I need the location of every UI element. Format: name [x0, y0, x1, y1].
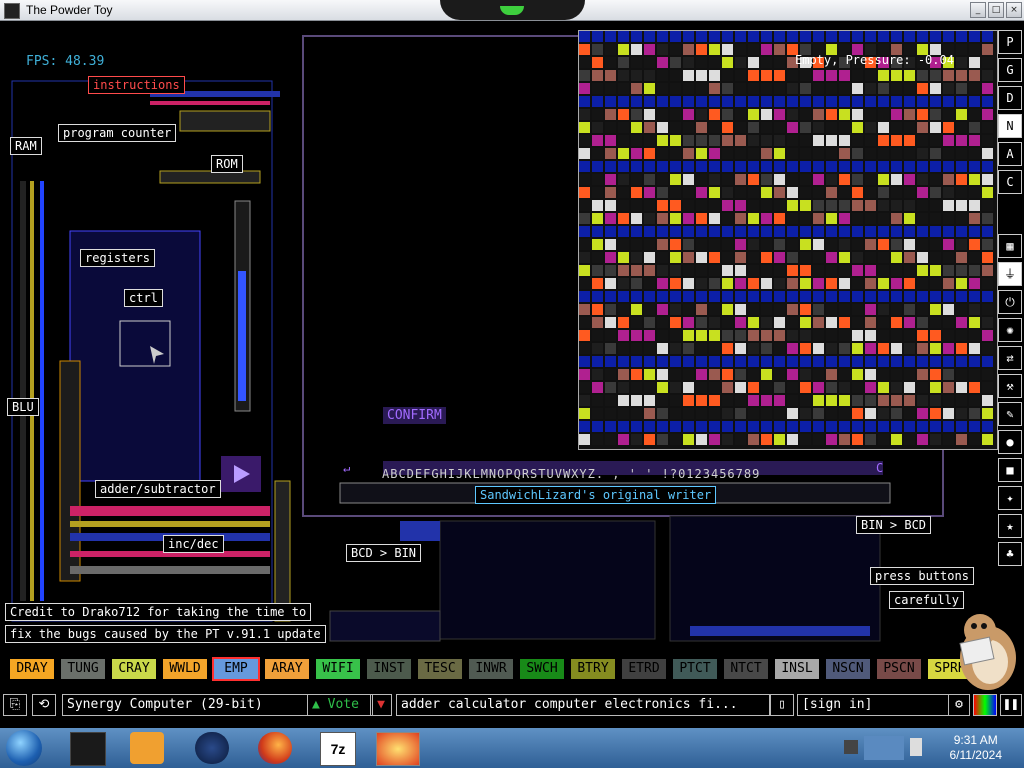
element-pscn[interactable]: PSCN	[877, 659, 921, 679]
element-inwr[interactable]: INWR	[469, 659, 513, 679]
zoom-window	[578, 30, 998, 450]
plug-icon[interactable]: ⏚	[998, 262, 1022, 286]
pressure-readout: Empty, Pressure: -0.04	[795, 53, 954, 67]
wall-icon[interactable]: ■	[998, 458, 1022, 482]
hammer-icon[interactable]: ⚒	[998, 374, 1022, 398]
vote-label: Vote	[327, 697, 359, 712]
clear-key[interactable]: C	[876, 461, 883, 475]
label-adder-subtractor: adder/subtractor	[95, 480, 221, 498]
menu-c-button[interactable]: C	[998, 170, 1022, 194]
powder-toy-logo	[440, 0, 585, 20]
element-ptct[interactable]: PTCT	[673, 659, 717, 679]
element-dray[interactable]: DRAY	[10, 659, 54, 679]
tags-field[interactable]: adder calculator computer electronics fi…	[396, 694, 770, 716]
sign-in-button[interactable]: [sign in]	[797, 694, 949, 716]
element-cray[interactable]: CRAY	[112, 659, 156, 679]
vote-up-button[interactable]: ▲ Vote	[307, 694, 373, 716]
label-ctrl: ctrl	[124, 289, 163, 307]
element-nscn[interactable]: NSCN	[826, 659, 870, 679]
label-ram: RAM	[10, 137, 42, 155]
alphabet-keys[interactable]: ABCDEFGHIJKLMNOPQRSTUVWXYZ. , ' ' !?0123…	[382, 467, 760, 481]
right-toolbar: P G D N A C ▦ ⏚ ⏻ ✺ ⇄ ⚒ ✎ ● ■ ✦ ★ ♣	[998, 30, 1022, 570]
close-button[interactable]: ×	[1006, 2, 1022, 18]
confirm-button[interactable]: CONFIRM	[383, 407, 446, 424]
element-tung[interactable]: TUNG	[61, 659, 105, 679]
powder-toy-icon[interactable]	[376, 732, 420, 766]
clock[interactable]: 9:31 AM 6/11/2024	[950, 733, 1003, 763]
menu-n-button[interactable]: N	[998, 114, 1022, 138]
zoom-pixel-grid	[579, 31, 993, 445]
label-inc-dec: inc/dec	[163, 535, 224, 553]
label-instructions: instructions	[88, 76, 185, 94]
element-tesc[interactable]: TESC	[418, 659, 462, 679]
credit-line-1: Credit to Drako712 for taking the time t…	[5, 603, 312, 621]
enter-key[interactable]: ↵	[343, 461, 350, 475]
network-icon[interactable]	[864, 736, 904, 760]
tags-text: adder calculator computer electronics fi…	[401, 697, 738, 712]
media-icon[interactable]	[70, 732, 106, 766]
credit-line-2: fix the bugs caused by the PT v.91.1 upd…	[5, 625, 326, 643]
player-icon[interactable]	[130, 732, 164, 764]
element-inst[interactable]: INST	[367, 659, 411, 679]
firefox-icon[interactable]	[258, 732, 292, 764]
window-titlebar: The Powder Toy _ □ ×	[0, 0, 1024, 21]
element-aray[interactable]: ARAY	[265, 659, 309, 679]
menu-a-button[interactable]: A	[998, 142, 1022, 166]
arrows-icon[interactable]: ⇄	[998, 346, 1022, 370]
element-swch[interactable]: SWCH	[520, 659, 564, 679]
label-registers: registers	[80, 249, 156, 267]
label-program-counter: program counter	[58, 124, 177, 142]
tree-icon[interactable]: ♣	[998, 542, 1022, 566]
label-press-buttons: press buttons	[870, 567, 974, 585]
clock-date: 6/11/2024	[949, 748, 1003, 762]
minimize-button[interactable]: _	[970, 2, 986, 18]
grid-icon[interactable]: ▦	[998, 234, 1022, 258]
save-name-text: Synergy Computer (29-bit)	[67, 697, 263, 712]
open-save-icon[interactable]: ⎘	[3, 694, 27, 716]
hamster-mascot	[959, 614, 1016, 690]
start-button[interactable]	[6, 730, 42, 766]
element-emp[interactable]: EMP	[212, 657, 260, 681]
explosive-icon[interactable]: ✺	[998, 318, 1022, 342]
menu-g-button[interactable]: G	[998, 58, 1022, 82]
element-etrd[interactable]: ETRD	[622, 659, 666, 679]
render-mode-icon[interactable]	[973, 694, 997, 716]
drop-icon[interactable]: ●	[998, 430, 1022, 454]
label-blu: BLU	[7, 398, 39, 416]
reload-icon[interactable]: ⟲	[32, 694, 56, 716]
element-insl[interactable]: INSL	[775, 659, 819, 679]
special-icon[interactable]: ✦	[998, 486, 1022, 510]
label-bin-bcd: BIN > BCD	[856, 516, 932, 534]
browser-icon[interactable]	[195, 732, 229, 764]
window-title: The Powder Toy	[26, 3, 113, 17]
label-bcd-bin: BCD > BIN	[346, 544, 422, 562]
element-wifi[interactable]: WIFI	[316, 659, 360, 679]
settings-icon[interactable]: ⚙	[948, 694, 970, 716]
label-original-writer: SandwichLizard's original writer	[475, 486, 717, 504]
menu-d-button[interactable]: D	[998, 86, 1022, 110]
element-wwld[interactable]: WWLD	[163, 659, 207, 679]
play-button[interactable]	[221, 456, 261, 492]
vote-down-button[interactable]: ▼	[370, 694, 392, 716]
tray-arrow-icon[interactable]	[844, 740, 858, 754]
pen-icon[interactable]: ✎	[998, 402, 1022, 426]
app-icon	[4, 3, 20, 19]
clock-time: 9:31 AM	[953, 733, 998, 747]
element-ntct[interactable]: NTCT	[724, 659, 768, 679]
maximize-button[interactable]: □	[988, 2, 1004, 18]
report-icon[interactable]: ▯	[770, 694, 794, 716]
menu-p-button[interactable]: P	[998, 30, 1022, 54]
star-icon[interactable]: ★	[998, 514, 1022, 538]
fps-counter: FPS: 48.39	[26, 54, 105, 69]
sign-in-text: [sign in]	[802, 697, 873, 712]
power-icon[interactable]: ⏻	[998, 290, 1022, 314]
save-name[interactable]: Synergy Computer (29-bit)	[62, 694, 308, 716]
label-rom: ROM	[211, 155, 243, 173]
pause-icon[interactable]: ❚❚	[1000, 694, 1022, 716]
element-btry[interactable]: BTRY	[571, 659, 615, 679]
7zip-icon[interactable]: 7z	[320, 732, 356, 766]
volume-icon[interactable]	[910, 738, 922, 756]
